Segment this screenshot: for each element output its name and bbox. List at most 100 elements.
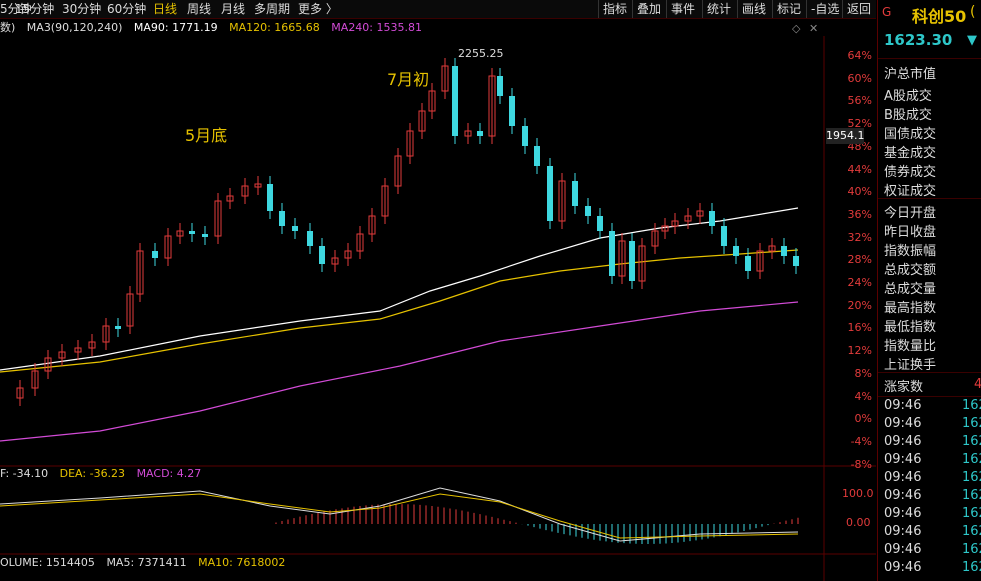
macd-value: MACD: 4.27	[136, 467, 202, 480]
candle-body	[629, 241, 635, 281]
tab-15min[interactable]: 15分钟	[15, 1, 54, 17]
quote-field-label: 涨家数	[884, 380, 924, 395]
event-button[interactable]: 事件	[666, 0, 699, 18]
tick-price: 162	[962, 488, 981, 503]
kline-chart[interactable]	[0, 36, 876, 581]
tab-more[interactable]: 更多 〉	[298, 1, 338, 17]
candle-body	[733, 246, 739, 256]
diamond-icon[interactable]: ◇	[792, 22, 800, 35]
pct-axis-label: 40%	[847, 185, 872, 199]
quote-field-label: 权证成交	[884, 184, 937, 199]
pct-axis-label: 60%	[847, 71, 872, 85]
ma90-line	[0, 207, 799, 371]
pct-axis-label: 0%	[854, 412, 872, 426]
mark-button[interactable]: 标记	[772, 0, 805, 18]
macd-dif: F: -34.10	[0, 467, 49, 480]
pct-axis-label: 32%	[847, 230, 872, 244]
tab-30min[interactable]: 30分钟	[62, 1, 101, 17]
tick-time: 09:46	[884, 398, 922, 413]
tick-price: 162	[962, 398, 981, 413]
quote-field-label: 国债成交	[884, 127, 937, 142]
macd-legend: F: -34.10 DEA: -36.23 MACD: 4.27	[0, 467, 201, 480]
tick-time: 09:46	[884, 434, 922, 449]
candle-body	[189, 231, 195, 234]
candle-body	[522, 126, 528, 146]
legend-ma120: MA120: 1665.68	[229, 21, 320, 34]
candle-body	[307, 231, 313, 246]
indicator-button[interactable]: 指标	[598, 0, 631, 18]
tick-time: 09:46	[884, 542, 922, 557]
current-price: 1623.30	[884, 31, 953, 49]
quote-field-label: 指数量比	[884, 339, 937, 354]
quote-field-label: 指数振幅	[884, 244, 937, 259]
quote-field-label: 总成交量	[884, 282, 937, 297]
quote-field-label: 沪总市值	[884, 67, 937, 82]
macd-axis-0: 0.00	[846, 516, 871, 529]
ma-legend: 数) MA3(90,120,240) MA90: 1771.19 MA120: …	[0, 20, 430, 36]
candle-body	[609, 231, 615, 276]
candle-body	[585, 206, 591, 216]
volume-ma10: MA10: 7618002	[198, 556, 286, 569]
candle-body	[709, 211, 715, 226]
quote-field-label: 总成交额	[884, 263, 937, 278]
crosshair-price-tag: 1954.1	[826, 128, 865, 144]
candle-body	[781, 246, 787, 256]
macd-dea: DEA: -36.23	[59, 467, 126, 480]
watchlist-button[interactable]: -自选	[806, 0, 843, 18]
quote-field-label: B股成交	[884, 108, 932, 123]
candle-body	[202, 234, 208, 237]
candle-body	[267, 184, 273, 211]
candle-body	[319, 246, 325, 264]
tick-time: 09:46	[884, 560, 922, 575]
close-icon[interactable]: ✕	[809, 22, 818, 35]
timeframe-bar: 5分钟 15分钟 30分钟 60分钟 日线 周线 月线 多周期 更多 〉 指标 …	[0, 0, 876, 19]
stats-button[interactable]: 统计	[702, 0, 735, 18]
tick-time: 09:46	[884, 506, 922, 521]
pct-axis-label: 36%	[847, 207, 872, 221]
ma240-line	[0, 301, 799, 442]
candle-body	[572, 181, 578, 206]
tab-weekly[interactable]: 周线	[187, 1, 211, 17]
back-button[interactable]: 返回	[842, 0, 875, 18]
annotation-may-end: 5月底	[185, 126, 228, 145]
annotation-july-start: 7月初	[387, 70, 430, 89]
tick-time: 09:46	[884, 470, 922, 485]
tab-monthly[interactable]: 月线	[221, 1, 245, 17]
candle-body	[152, 251, 158, 258]
tick-price: 162	[962, 416, 981, 431]
volume-ma5: MA5: 7371411	[106, 556, 187, 569]
quote-field-label: 基金成交	[884, 146, 937, 161]
volume-legend: OLUME: 1514405 MA5: 7371411 MA10: 761800…	[0, 556, 285, 569]
pct-axis-label: -8%	[850, 457, 872, 471]
tab-multi-period[interactable]: 多周期	[254, 1, 290, 17]
tick-time: 09:46	[884, 452, 922, 467]
pct-axis-label: 44%	[847, 162, 872, 176]
tick-time: 09:46	[884, 416, 922, 431]
pct-axis-label: 16%	[847, 321, 872, 335]
candle-body	[279, 211, 285, 226]
pct-axis-label: 8%	[854, 366, 872, 380]
quote-field-label: 上证换手	[884, 358, 937, 373]
candle-body	[452, 66, 458, 136]
tick-price: 162	[962, 524, 981, 539]
candle-body	[509, 96, 515, 126]
quote-field-label: A股成交	[884, 89, 932, 104]
tab-daily[interactable]: 日线	[153, 1, 177, 17]
quote-panel: G 科创50 ( 1623.30 ▼ 沪总市值 A股成交 B股成交 国债成交 基金成交债…	[877, 0, 981, 581]
tick-time: 09:46	[884, 488, 922, 503]
up-count: 4	[974, 377, 981, 392]
draw-button[interactable]: 画线	[737, 0, 770, 18]
down-arrow-icon: ▼	[967, 33, 977, 48]
tick-price: 162	[962, 560, 981, 575]
quote-field-label: 最高指数	[884, 301, 937, 316]
tick-price: 162	[962, 470, 981, 485]
overlay-button[interactable]: 叠加	[632, 0, 665, 18]
tab-60min[interactable]: 60分钟	[107, 1, 146, 17]
pct-axis-label: 4%	[854, 389, 872, 403]
candle-body	[477, 131, 483, 136]
legend-ma-config[interactable]: MA3(90,120,240)	[27, 21, 123, 34]
tick-price: 162	[962, 434, 981, 449]
tick-price: 162	[962, 542, 981, 557]
index-name: 科创50	[912, 7, 967, 26]
pct-axis-label: 12%	[847, 344, 872, 358]
